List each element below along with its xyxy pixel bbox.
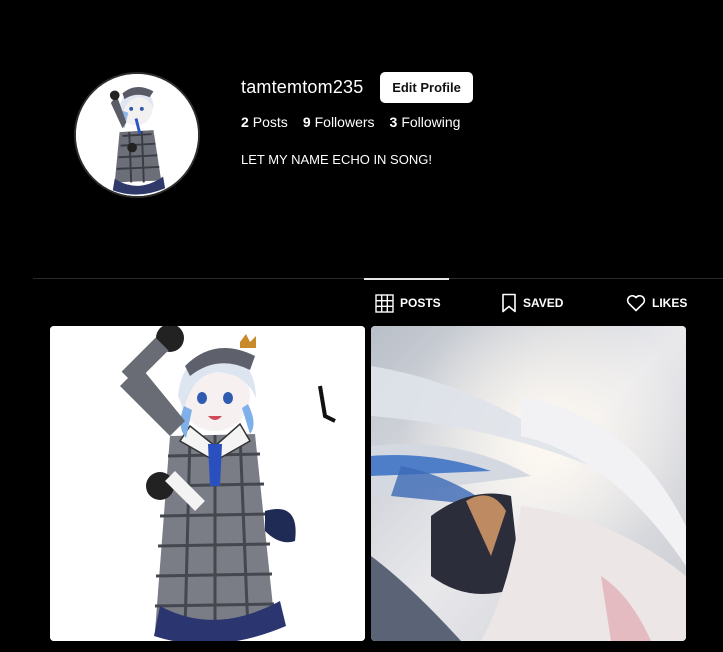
edit-profile-button[interactable]: Edit Profile	[380, 72, 473, 103]
avatar-illustration	[76, 74, 198, 196]
bookmark-icon	[502, 293, 516, 313]
tab-posts[interactable]: POSTS	[375, 292, 441, 314]
profile-stats: 2 Posts 9 Followers 3 Following	[241, 114, 460, 130]
active-tab-indicator	[364, 278, 449, 280]
following-stat[interactable]: 3 Following	[390, 114, 461, 130]
following-count: 3	[389, 114, 398, 130]
profile-avatar[interactable]	[74, 72, 200, 198]
heart-icon	[626, 294, 646, 312]
followers-label: Followers	[314, 114, 375, 130]
following-label: Following	[401, 114, 461, 130]
tab-likes[interactable]: LIKES	[626, 292, 687, 314]
profile-username: tamtemtom235	[241, 77, 364, 97]
post-image-illustration	[50, 326, 365, 641]
post-thumbnail-1[interactable]	[50, 326, 365, 641]
followers-stat[interactable]: 9 Followers	[303, 114, 375, 130]
post-image-illustration	[371, 326, 686, 641]
tab-posts-label: POSTS	[400, 296, 441, 310]
profile-bio: LET MY NAME ECHO IN SONG!	[241, 152, 432, 167]
posts-count: 2	[241, 114, 249, 130]
grid-icon	[375, 293, 394, 313]
followers-count: 9	[302, 114, 311, 130]
posts-stat[interactable]: 2 Posts	[241, 114, 288, 130]
tab-saved[interactable]: SAVED	[501, 292, 563, 314]
posts-label: Posts	[252, 114, 288, 130]
post-thumbnail-2[interactable]	[371, 326, 686, 641]
tab-likes-label: LIKES	[652, 296, 688, 310]
tab-saved-label: SAVED	[523, 296, 564, 310]
